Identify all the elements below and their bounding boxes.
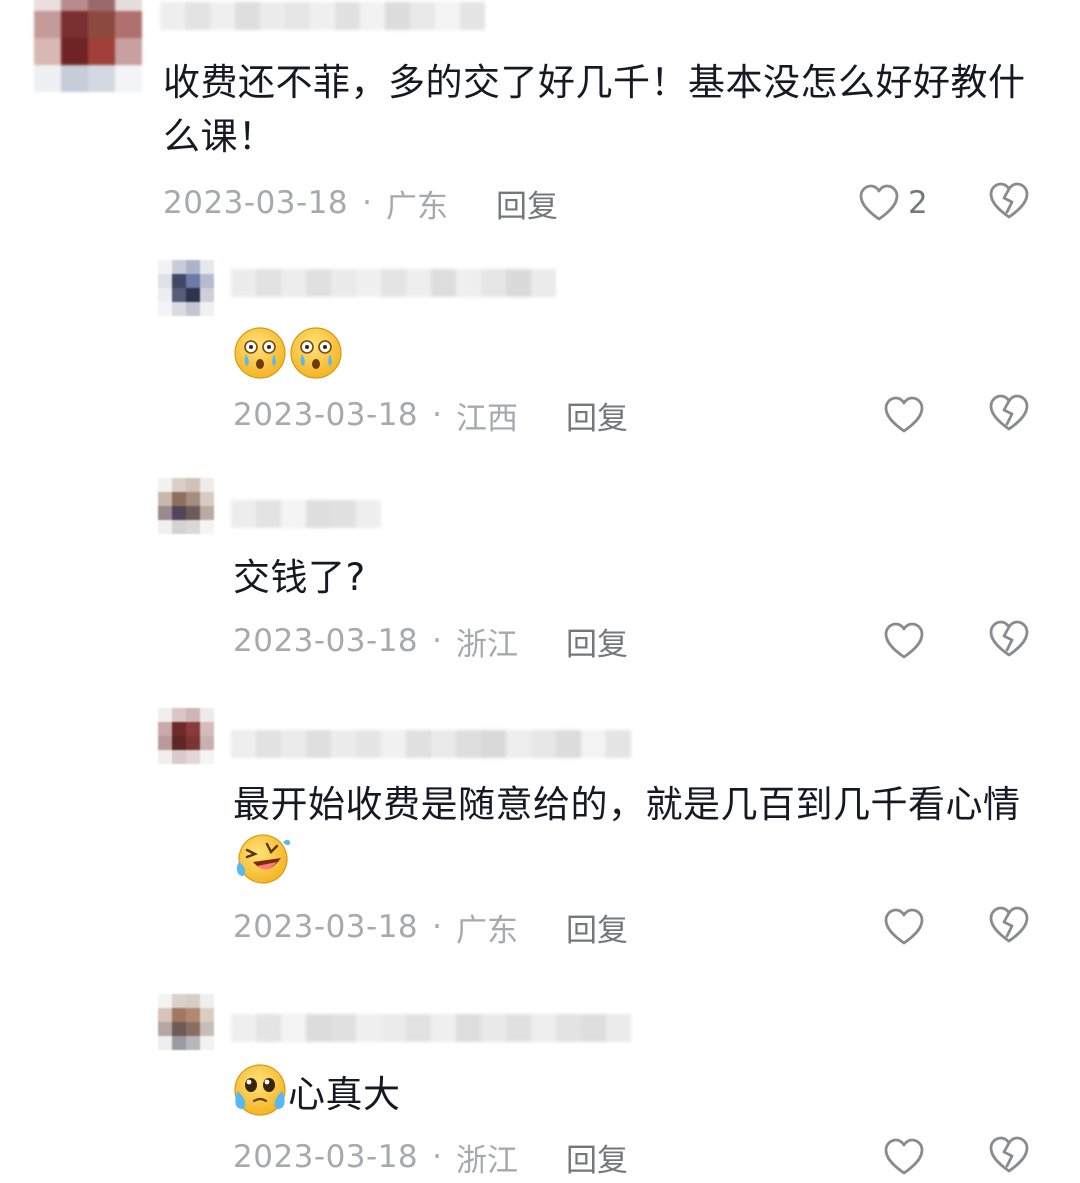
dislike-button[interactable] xyxy=(988,1135,1030,1179)
reply-button[interactable]: 回复 xyxy=(566,393,628,438)
heart-outline-icon xyxy=(858,183,900,223)
meta-separator: · xyxy=(432,397,443,433)
reply-date: 2023-03-18 xyxy=(233,909,419,945)
like-button[interactable] xyxy=(883,619,925,663)
dislike-button[interactable] xyxy=(988,619,1030,663)
reply-username[interactable] xyxy=(231,1014,631,1042)
reply-meta: 2023-03-18 · 浙江 回复 xyxy=(233,1135,628,1179)
reply-location: 浙江 xyxy=(456,1142,519,1179)
comment-date: 2023-03-18 xyxy=(163,185,349,221)
reply-text-content: 最开始收费是随意给的，就是几百到几千看心情 xyxy=(233,783,1021,826)
reply-meta: 2023-03-18 · 广东 回复 xyxy=(233,905,628,949)
reply-date: 2023-03-18 xyxy=(233,397,419,433)
crying-surprised-emoji xyxy=(232,326,288,380)
broken-heart-icon xyxy=(988,1135,1030,1175)
comment-meta: 2023-03-18 · 广东 回复 xyxy=(163,181,558,225)
commenter-username[interactable] xyxy=(160,2,485,30)
reply-text xyxy=(232,326,344,385)
heart-outline-icon xyxy=(883,395,925,435)
reply-date: 2023-03-18 xyxy=(233,623,419,659)
reply-button[interactable]: 回复 xyxy=(566,1135,628,1180)
meta-separator: · xyxy=(432,909,443,945)
like-button[interactable]: 2 xyxy=(858,181,928,225)
reply-button[interactable]: 回复 xyxy=(566,619,628,664)
reply-avatar[interactable] xyxy=(158,478,214,534)
dislike-button[interactable] xyxy=(988,905,1030,949)
meta-separator: · xyxy=(362,185,373,221)
reply-avatar[interactable] xyxy=(158,708,214,764)
reply-username[interactable] xyxy=(231,269,556,297)
comment-location: 广东 xyxy=(386,188,449,225)
like-button[interactable] xyxy=(883,393,925,437)
reply-meta: 2023-03-18 · 浙江 回复 xyxy=(233,619,628,663)
reply-location: 江西 xyxy=(456,400,519,437)
heart-outline-icon xyxy=(883,1137,925,1177)
reply-text: 交钱了? xyxy=(233,556,366,599)
reply-text: 最开始收费是随意给的，就是几百到几千看心情 xyxy=(233,778,1033,891)
dislike-button[interactable] xyxy=(988,181,1030,225)
reply-location: 浙江 xyxy=(456,626,519,663)
laughing-crying-emoji xyxy=(233,832,291,886)
crying-surprised-emoji xyxy=(288,326,344,380)
meta-separator: · xyxy=(432,1139,443,1175)
reply-username[interactable] xyxy=(231,500,381,528)
commenter-avatar[interactable] xyxy=(34,0,142,92)
reply-date: 2023-03-18 xyxy=(233,1139,419,1175)
like-count: 2 xyxy=(908,185,928,221)
reply-button[interactable]: 回复 xyxy=(566,905,628,950)
heart-outline-icon xyxy=(883,907,925,947)
reply-username[interactable] xyxy=(231,730,631,758)
reply-text-content: 心真大 xyxy=(288,1073,401,1116)
like-button[interactable] xyxy=(883,905,925,949)
meta-separator: · xyxy=(432,623,443,659)
reply-avatar[interactable] xyxy=(158,260,214,316)
reply-meta: 2023-03-18 · 江西 回复 xyxy=(233,393,628,437)
reply-text: 心真大 xyxy=(232,1063,401,1122)
broken-heart-icon xyxy=(988,181,1030,221)
teary-eyed-emoji xyxy=(232,1063,288,1117)
reply-location: 广东 xyxy=(456,912,519,949)
reply-avatar[interactable] xyxy=(158,994,214,1050)
broken-heart-icon xyxy=(988,619,1030,659)
broken-heart-icon xyxy=(988,905,1030,945)
dislike-button[interactable] xyxy=(988,393,1030,437)
broken-heart-icon xyxy=(988,393,1030,433)
heart-outline-icon xyxy=(883,621,925,661)
comment-text: 收费还不菲，多的交了好几千！基本没怎么好好教什么课！ xyxy=(163,61,1026,158)
like-button[interactable] xyxy=(883,1135,925,1179)
reply-button[interactable]: 回复 xyxy=(496,181,558,226)
